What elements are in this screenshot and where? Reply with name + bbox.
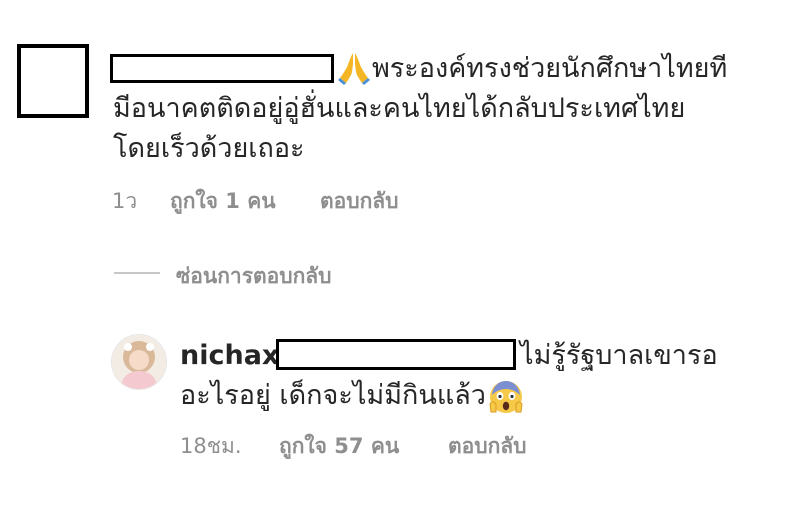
reply-time: 18ชม. xyxy=(180,434,242,458)
comment-text-line-2: มีอนาคตติดอยู่อู่ฮั่นและคนไทยได้กลับประเ… xyxy=(113,93,686,124)
reply-username[interactable]: nichax xyxy=(180,336,279,376)
reply-text-line-2: อะไรอยู่ เด็กจะไม่มีกินแล้ว xyxy=(180,380,486,411)
reply-avatar[interactable] xyxy=(111,334,167,390)
comment-reply-button[interactable]: ตอบกลับ xyxy=(320,185,399,218)
hide-replies-divider xyxy=(114,272,160,274)
reply-reply-button[interactable]: ตอบกลับ xyxy=(448,430,527,463)
face-screaming-in-fear-emoji-icon xyxy=(488,378,524,414)
redacted-username[interactable] xyxy=(110,54,334,83)
hide-replies-button[interactable]: ซ่อนการตอบกลับ xyxy=(176,260,332,293)
commenter-avatar-redacted[interactable] xyxy=(17,44,89,118)
reply-text-line-1: ไม่รู้รัฐบาลเขารอ xyxy=(520,340,718,371)
comment-text-line-1: พระองค์ทรงช่วยนักศึกษาไทยที xyxy=(372,53,728,84)
redacted-reply-username[interactable] xyxy=(276,339,516,370)
comment-likes[interactable]: ถูกใจ 1 คน xyxy=(170,185,276,218)
comment-time: 1ว xyxy=(112,189,138,213)
folded-hands-emoji-icon xyxy=(337,50,371,86)
comment-text-line-3: โดยเร็วด้วยเถอะ xyxy=(113,133,305,164)
reply-likes[interactable]: ถูกใจ 57 คน xyxy=(279,430,399,463)
